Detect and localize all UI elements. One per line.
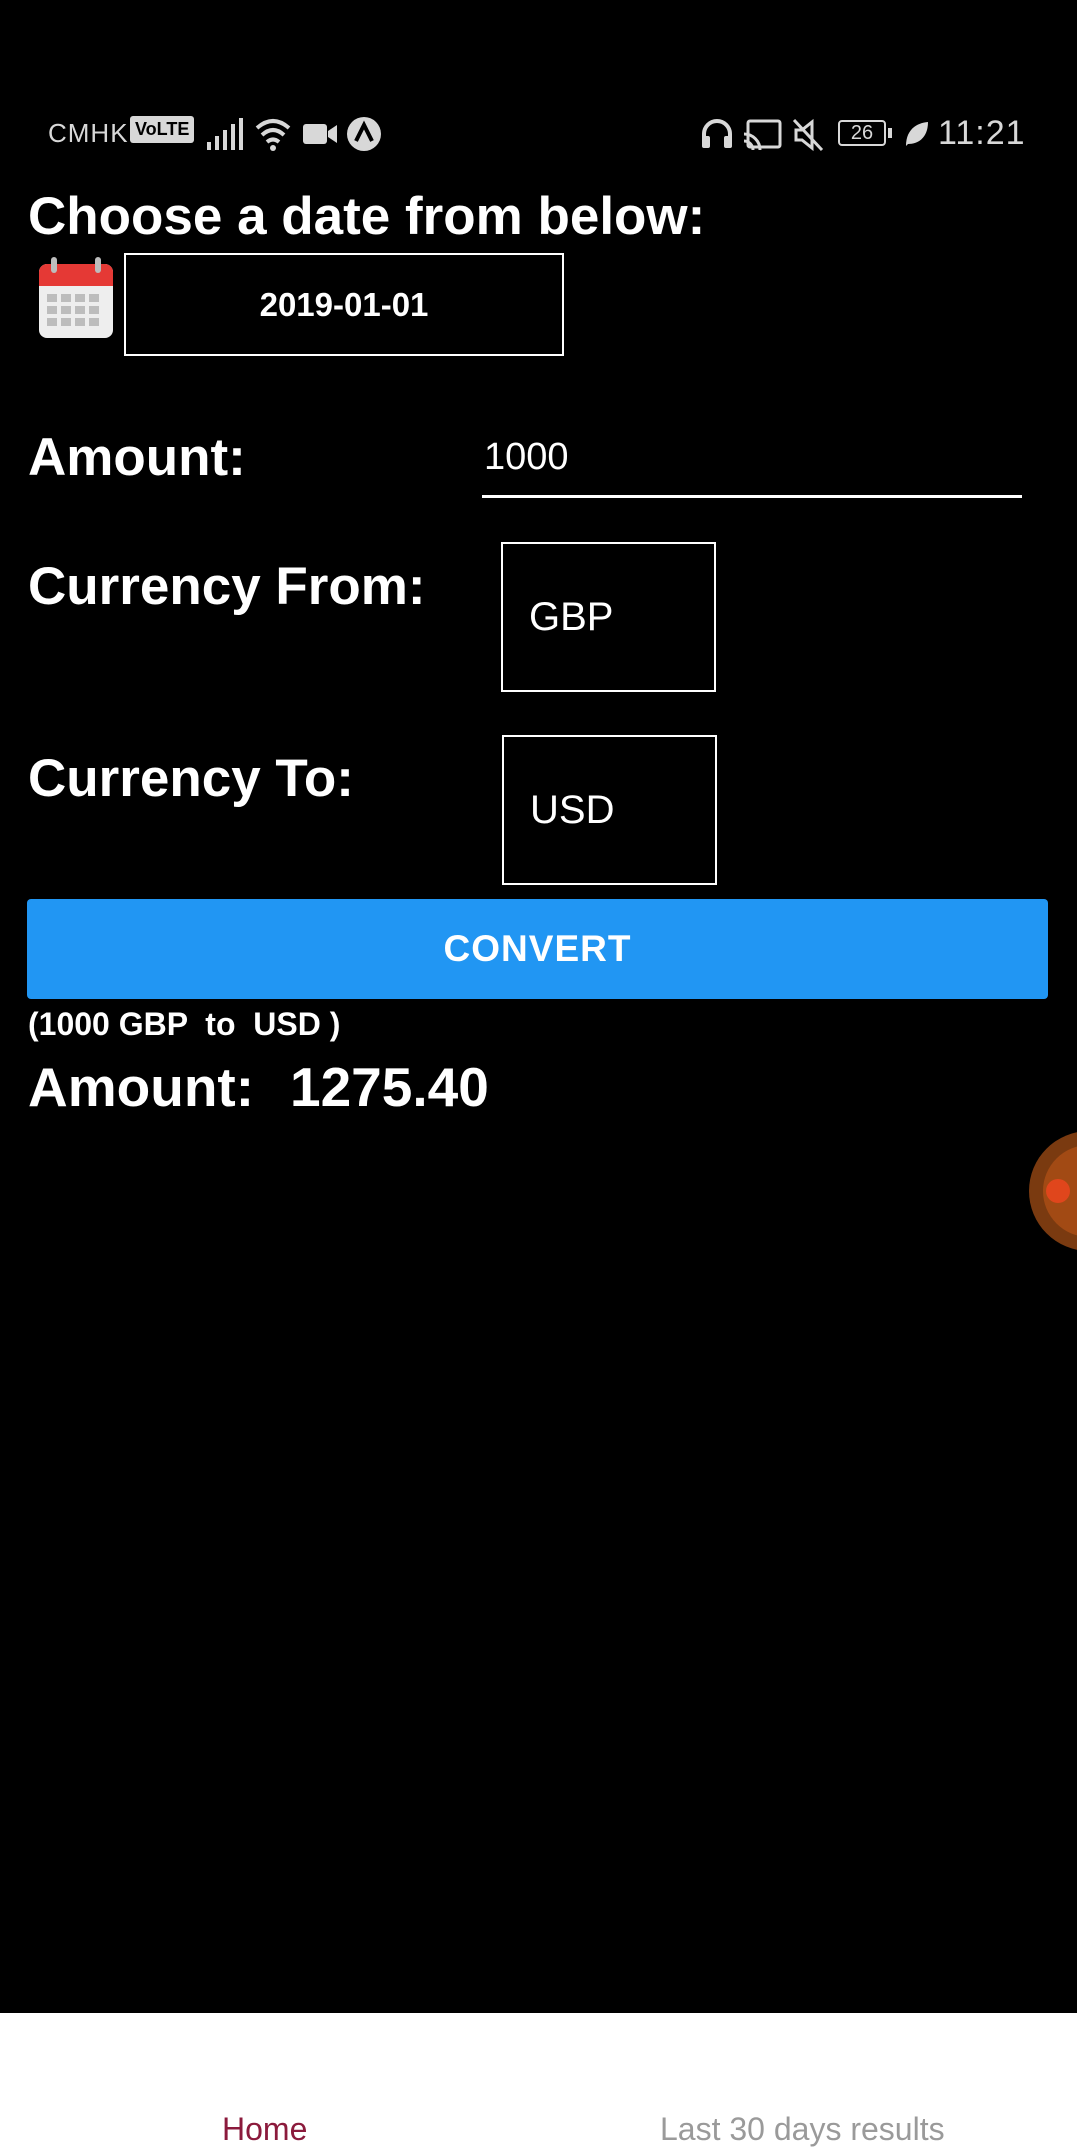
cast-icon: [743, 119, 782, 151]
calendar-icon[interactable]: [37, 256, 115, 340]
currency-from-select[interactable]: GBP: [501, 542, 716, 692]
video-camera-icon: [303, 124, 337, 144]
currency-from-label: Currency From:: [28, 557, 426, 616]
currency-to-value: USD: [530, 787, 615, 832]
page-title: Choose a date from below:: [28, 187, 706, 246]
currency-to-select[interactable]: USD: [502, 735, 717, 885]
currency-to-label: Currency To:: [28, 749, 354, 808]
battery-icon: 26: [838, 120, 894, 148]
mute-icon: [792, 118, 824, 152]
volte-badge: VoLTE: [130, 116, 195, 143]
navigation-icon: [347, 117, 381, 151]
clock: 11:21: [938, 114, 1026, 152]
currency-from-value: GBP: [529, 594, 614, 639]
date-picker-field[interactable]: 2019-01-01: [124, 253, 564, 356]
carrier-name: CMHK: [48, 118, 129, 148]
amount-input[interactable]: [482, 430, 1022, 498]
signal-icon: [207, 118, 243, 150]
convert-button[interactable]: CONVERT: [27, 899, 1048, 999]
result-value: 1275.40: [290, 1056, 489, 1118]
battery-level: 26: [838, 120, 886, 146]
floating-bubble-icon[interactable]: [1028, 1130, 1077, 1252]
conversion-summary: (1000 GBP to USD ): [28, 1006, 341, 1042]
leaf-icon: [906, 122, 928, 146]
wifi-icon: [255, 119, 291, 151]
result-label: Amount:: [28, 1056, 255, 1118]
bottom-navigation: Home Last 30 days results: [0, 2013, 1077, 2149]
tab-home[interactable]: Home: [222, 2111, 307, 2148]
headphones-icon: [702, 119, 732, 148]
amount-label: Amount:: [28, 428, 246, 487]
status-bar: CMHK VoLTE 26 11:21: [0, 108, 1077, 160]
tab-last-30-days-results[interactable]: Last 30 days results: [660, 2111, 945, 2148]
